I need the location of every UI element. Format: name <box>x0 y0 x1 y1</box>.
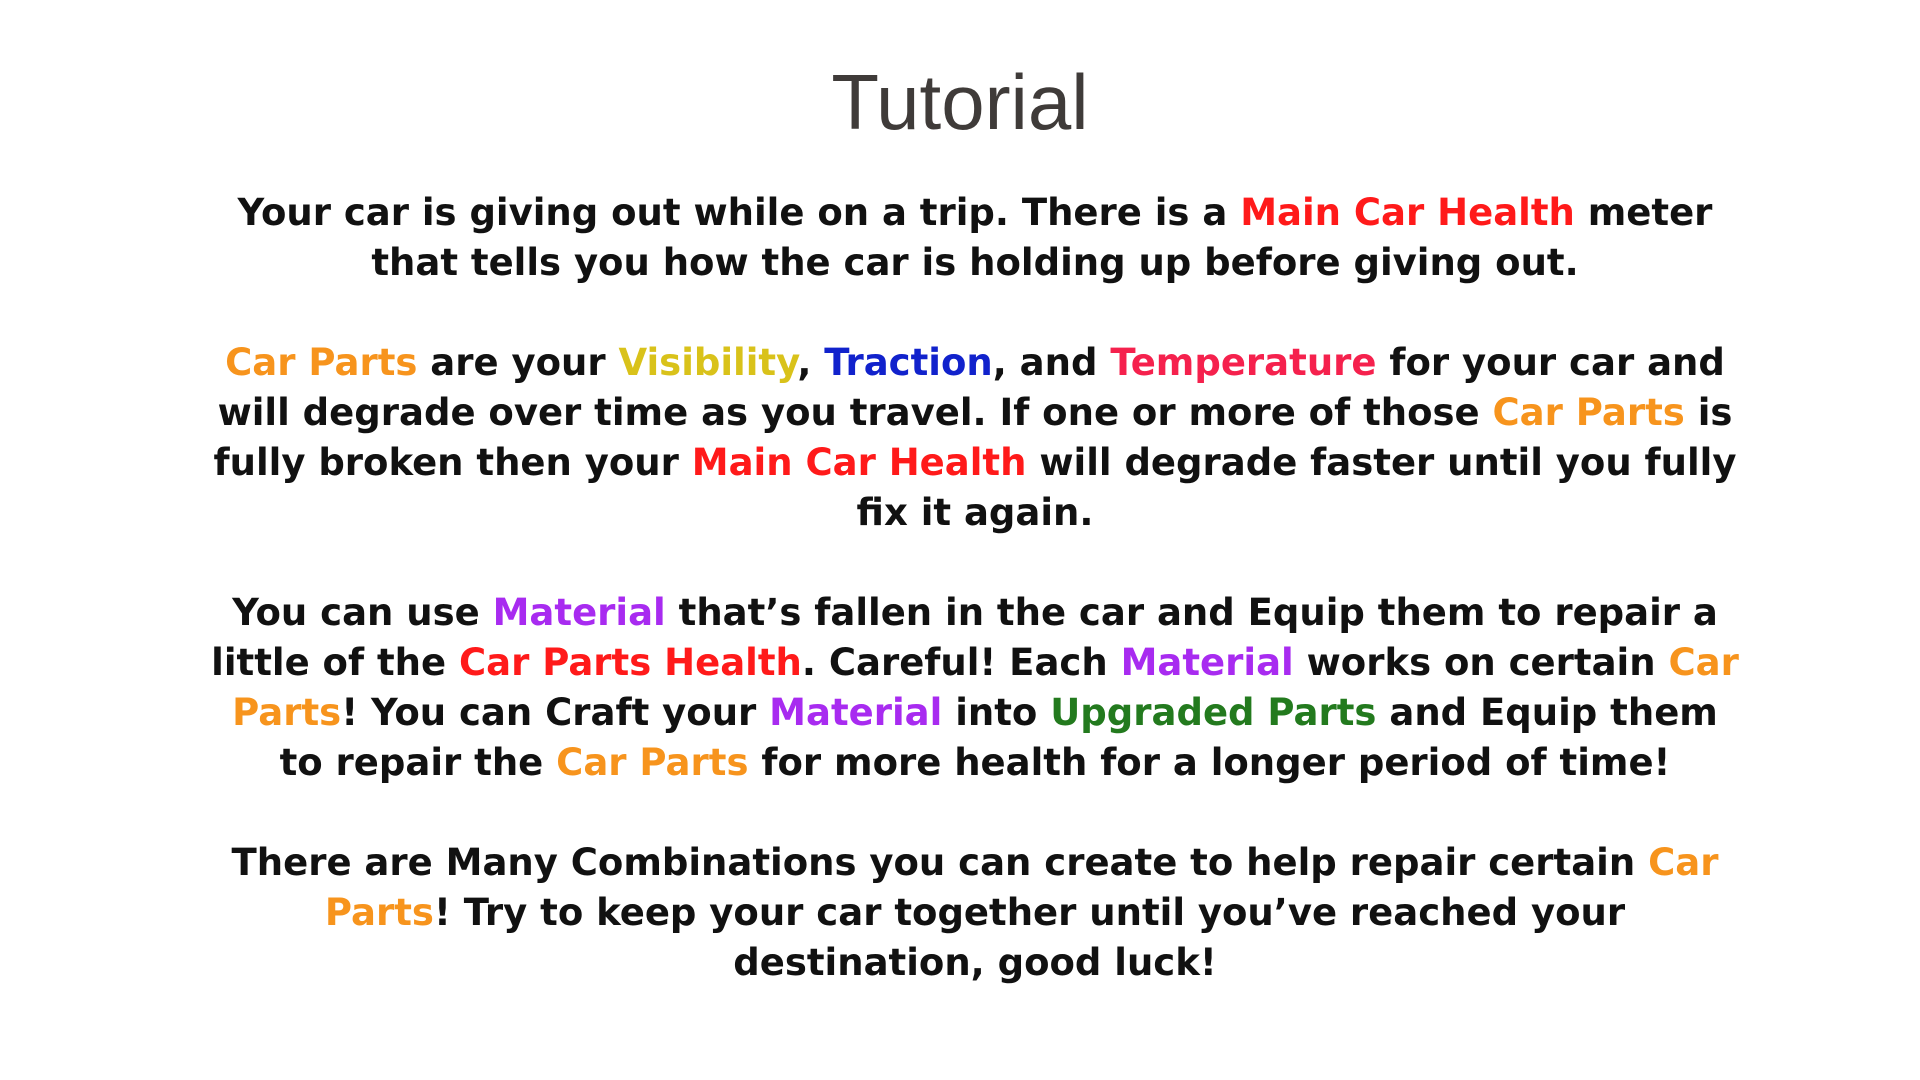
text-run: into <box>942 691 1051 734</box>
tutorial-screen: Tutorial Your car is giving out while on… <box>0 0 1920 1080</box>
tutorial-paragraph-2: Car Parts are your Visibility, Traction,… <box>205 338 1745 538</box>
keyword-highlight: Material <box>1120 641 1294 684</box>
keyword-highlight: Material <box>492 591 666 634</box>
tutorial-paragraph-4: There are Many Combinations you can crea… <box>205 838 1745 988</box>
keyword-highlight: Car Parts <box>1492 391 1685 434</box>
text-run: Your car is giving out while on a trip. … <box>237 191 1241 234</box>
keyword-highlight: Traction <box>824 341 993 384</box>
keyword-highlight: Visibility <box>618 341 798 384</box>
text-run: There are Many Combinations you can crea… <box>231 841 1649 884</box>
text-run: . Careful! Each <box>801 641 1121 684</box>
text-run: for more health for a longer period of t… <box>748 741 1671 784</box>
tutorial-paragraph-1: Your car is giving out while on a trip. … <box>205 188 1745 288</box>
text-run: works on certain <box>1293 641 1669 684</box>
text-run: ! Try to keep your car together until yo… <box>433 891 1626 984</box>
keyword-highlight: Car Parts <box>556 741 749 784</box>
text-run: ! You can Craft your <box>341 691 770 734</box>
text-run: , and <box>992 341 1111 384</box>
tutorial-body: Your car is giving out while on a trip. … <box>205 188 1745 988</box>
text-run: You can use <box>232 591 493 634</box>
tutorial-paragraph-3: You can use Material that’s fallen in th… <box>205 588 1745 788</box>
page-title: Tutorial <box>831 58 1089 146</box>
keyword-highlight: Material <box>769 691 943 734</box>
keyword-highlight: Car Parts <box>225 341 418 384</box>
keyword-highlight: Main Car Health <box>691 441 1027 484</box>
keyword-highlight: Upgraded Parts <box>1050 691 1377 734</box>
text-run: are your <box>417 341 619 384</box>
keyword-highlight: Car Parts Health <box>458 641 802 684</box>
keyword-highlight: Temperature <box>1110 341 1377 384</box>
keyword-highlight: Main Car Health <box>1240 191 1575 234</box>
text-run: , <box>797 341 825 384</box>
